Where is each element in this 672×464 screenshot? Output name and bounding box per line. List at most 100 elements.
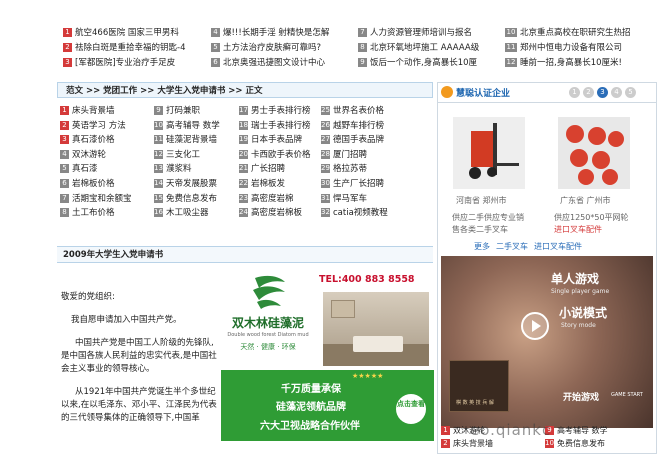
grid-link[interactable]: 5 真石漆 [60,162,154,177]
grid-link[interactable]: 28 厦门招聘 [321,148,415,163]
grid-link[interactable]: 11 硅藻泥背景墙 [154,133,248,148]
play-icon[interactable] [521,312,549,340]
ad-top: 双木林硅藻泥 Double wood forest Diatom mud 天然 … [221,266,434,370]
ad-room-photo [323,292,429,366]
certified-header: 慧聪认证企业 12345 [438,83,656,103]
article-paragraph: 从1921年中国共产党诞生半个多世纪以来,在以毛泽东、邓小平、江泽民为代表的三代… [61,387,217,423]
grid-link[interactable]: 24 高密度岩棉板 [239,206,333,221]
grid-link[interactable]: 18 瑞士手表排行榜 [239,119,333,134]
grid-link[interactable]: 3 真石漆价格 [60,133,154,148]
ad-brand: 双木林硅藻泥 [231,316,304,330]
grid-link[interactable]: 31 悍马军车 [321,192,415,207]
ad-stars: ★★★★★ [352,372,384,380]
product-desc[interactable]: 供应二手供应专业销 [452,212,524,223]
section-title: 2009年大学生入党申请书 [57,246,433,263]
news-item[interactable]: 9 饭后一个动作,身高暴长10厘 [358,56,508,71]
logo-badge-icon [441,86,453,98]
news-item[interactable]: 12 睡前一招,身高暴长10厘米! [505,56,657,71]
grid-link[interactable]: 25 世界名表价格 [321,104,415,119]
top-news-col-4: 10 北京重点高校在职研究生热招 11 郑州中恒电力设备有限公司 12 睡前一招,身高… [505,26,657,71]
watermark: eo.qiankc [470,421,552,439]
game-ad[interactable]: 单人游戏 Single player game 小说模式 Story mode … [441,256,653,428]
news-item[interactable]: 6 北京奥强迅捷图文设计中心 [211,56,361,71]
grid-link[interactable]: 17 男士手表排行榜 [239,104,333,119]
link-panel: 范文 >> 党团工作 >> 大学生入党申请书 >> 正文 1 床头背景墙 9 打码兼职… [57,82,433,218]
game-title-1: 单人游戏 [551,272,600,286]
grid-link[interactable]: 30 生产厂长招聘 [321,177,415,192]
game-book: 棋 数 英 技 兵 解 [449,360,509,412]
parts-link[interactable]: 进口叉车配件 [534,241,582,252]
grid-link[interactable]: 4 双沐游轮 [60,148,154,163]
grid-link[interactable]: 9 打码兼职 [154,104,248,119]
grid-link[interactable]: 6 岩棉板价格 [60,177,154,192]
grid-link[interactable]: 7 活期宝和余额宝 [60,192,154,207]
product-desc[interactable]: 供应1250*50平网轮 [554,212,629,223]
ad-green-banner: ★★★★★ 千万质量承保 硅藻泥领航品牌 六大卫视战略合作伙伴 点击查看 [221,370,434,441]
grid-link[interactable]: 12 三支化工 [154,148,248,163]
grid-link[interactable]: 15 免费信息发布 [154,192,248,207]
page-button-active[interactable]: 3 [597,87,608,98]
grid-link[interactable]: 20 卡西欧手表价格 [239,148,333,163]
pager: 12345 [566,87,636,98]
grid-link[interactable]: 10 高考辅导 数学 [154,119,248,134]
ad-brand-sub: Double wood forest Diatom mud [227,332,309,338]
grid-link[interactable]: 8 土工布价格 [60,206,154,221]
article-body: 敬爱的党组织: 我自愿申请加入中国共产党。 中国共产党是中国工人阶级的先锋队,是… [57,265,219,464]
grid-link[interactable]: 23 高密度岩棉 [239,192,333,207]
grid-link[interactable]: 26 越野车排行榜 [321,119,415,134]
ad-view-button[interactable]: 点击查看 [396,394,426,424]
grid-link[interactable]: 19 日本手表品牌 [239,133,333,148]
top-news-col-1: 1 航空466医院 国家三甲男科 2 祛除白斑是重拾幸福的钥匙-4 3 [军都医院]专… [63,26,213,71]
ad-logo-area: 双木林硅藻泥 Double wood forest Diatom mud 天然 … [225,270,311,366]
news-item[interactable]: 8 北京环氧地坪施工 AAAAA级 [358,41,508,56]
article-paragraph: 中国共产党是中国工人阶级的先锋队,是中国各族人民利益的忠实代表,是中国社会主义事… [61,338,217,374]
product-desc[interactable]: 进口叉车配件 [554,224,602,235]
game-start-en: GAME START [611,392,643,398]
page-button[interactable]: 2 [583,87,594,98]
news-item[interactable]: 2 祛除白斑是重拾幸福的钥匙-4 [63,41,213,56]
article-greeting: 敬爱的党组织: [61,292,115,302]
news-item[interactable]: 1 航空466医院 国家三甲男科 [63,26,213,41]
ad-line-2: 硅藻泥领航品牌 [276,402,346,413]
news-item[interactable]: 10 北京重点高校在职研究生热招 [505,26,657,41]
page-button[interactable]: 4 [611,87,622,98]
more-link[interactable]: 更多 [474,241,490,252]
page-button[interactable]: 1 [569,87,580,98]
forklift-link[interactable]: 二手叉车 [496,241,528,252]
breadcrumb: 范文 >> 党团工作 >> 大学生入党申请书 >> 正文 [57,82,433,98]
grid-link[interactable]: 27 德国手表品牌 [321,133,415,148]
product-image-wheels[interactable] [558,117,630,189]
ad-phone: TEL:400 883 8558 [319,274,415,285]
top-news-col-2: 4 爆!!!长期手淫 射精快是怎解 5 土方法治疗皮肤癣可靠吗? 6 北京奥强迅捷图文… [211,26,361,71]
grid-link[interactable]: 13 濮浆料 [154,162,248,177]
product-location: 河南省 郑州市 [456,196,507,205]
page-button[interactable]: 5 [625,87,636,98]
news-item[interactable]: 4 爆!!!长期手淫 射精快是怎解 [211,26,361,41]
ad-tagline: 天然 · 健康 · 环保 [240,343,296,351]
news-item[interactable]: 11 郑州中恒电力设备有限公司 [505,41,657,56]
grid-link[interactable]: 21 广长招聘 [239,162,333,177]
grid-link[interactable]: 14 天帝发展股票 [154,177,248,192]
diatom-mud-ad[interactable]: 双木林硅藻泥 Double wood forest Diatom mud 天然 … [221,266,434,441]
game-title-2-en: Story mode [561,322,596,329]
news-item[interactable]: 3 [军都医院]专业治疗手足皮 [63,56,213,71]
grid-link[interactable]: 22 岩棉板发 [239,177,333,192]
game-start[interactable]: 开始游戏 [563,390,599,403]
top-news-col-3: 7 人力资源管理师培训与报名 8 北京环氧地坪施工 AAAAA级 9 饭后一个动作,身… [358,26,508,71]
grid-link[interactable]: 1 床头背景墙 [60,104,154,119]
ad-line-3: 六大卫视战略合作伙伴 [260,421,360,432]
grid-link[interactable]: 16 木工吸尘器 [154,206,248,221]
grid-link[interactable]: 32 catia视频教程 [321,206,415,221]
article-paragraph: 我自愿申请加入中国共产党。 [71,315,182,325]
ad-line-1: 千万质量承保 [281,384,341,395]
grid-link[interactable]: 29 格拉苏蒂 [321,162,415,177]
certified-logo: 慧聪认证企业 [456,89,511,99]
news-item[interactable]: 7 人力资源管理师培训与报名 [358,26,508,41]
news-item[interactable]: 5 土方法治疗皮肤癣可靠吗? [211,41,361,56]
product-image-forklift[interactable] [453,117,525,189]
product-desc[interactable]: 售各类二手叉车 [452,224,508,235]
brand-logo-icon [253,275,285,309]
grid-link[interactable]: 2 英语学习 方法 [60,119,154,134]
right-panel: 慧聪认证企业 12345 河南省 郑州市 广东省 广州市 供应二手供应专业销 供… [437,82,657,454]
product-location: 广东省 广州市 [560,196,611,205]
